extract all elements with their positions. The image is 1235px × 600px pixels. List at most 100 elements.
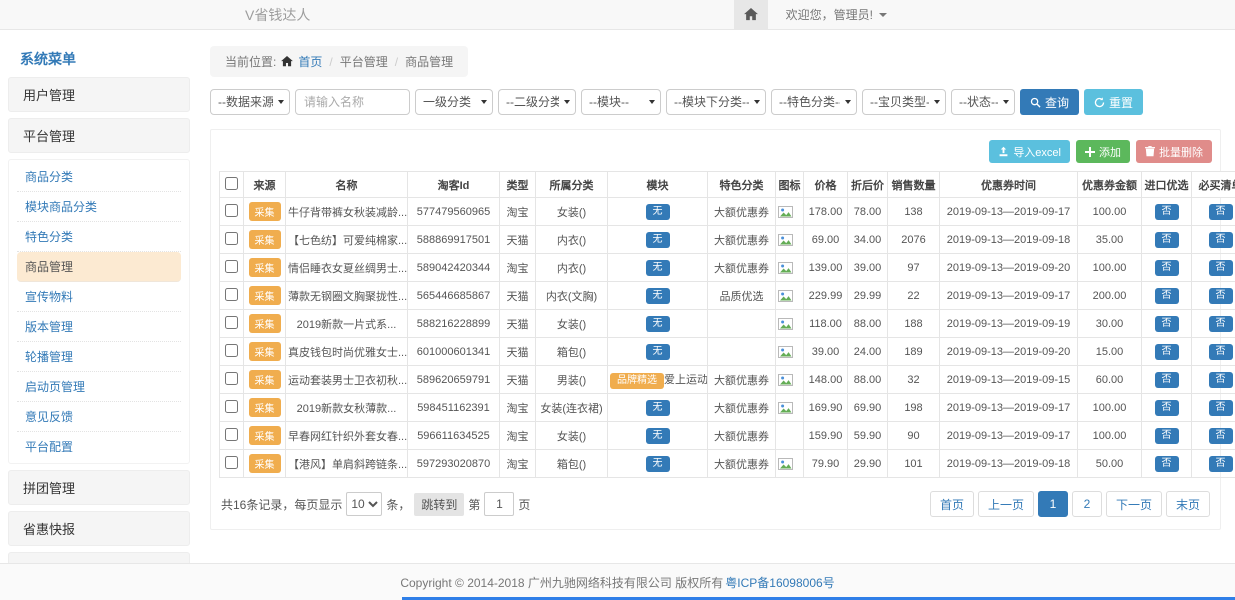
- thumbnail-image-icon[interactable]: [778, 290, 801, 302]
- sidebar-item-platform-config[interactable]: 平台配置: [17, 432, 181, 461]
- thumbnail-image-icon[interactable]: [778, 458, 801, 470]
- must-buy-toggle[interactable]: 否: [1209, 456, 1233, 472]
- must-buy-toggle[interactable]: 否: [1209, 316, 1233, 332]
- last-page-button[interactable]: 末页: [1166, 491, 1210, 517]
- category1-select[interactable]: 一级分类: [415, 89, 493, 115]
- header-home-button[interactable]: [734, 0, 768, 29]
- import-select-toggle[interactable]: 否: [1155, 456, 1179, 472]
- data-source-select[interactable]: --数据来源--: [210, 89, 290, 115]
- row-checkbox[interactable]: [225, 316, 238, 329]
- sidebar-item-promo-material[interactable]: 宣传物料: [17, 282, 181, 312]
- sidebar-group-groupon[interactable]: 拼团管理: [8, 470, 190, 505]
- module-badge[interactable]: 无: [646, 316, 670, 332]
- sidebar-item-goods-category[interactable]: 商品分类: [17, 162, 181, 192]
- next-page-button[interactable]: 下一页: [1106, 491, 1162, 517]
- module-badge[interactable]: 无: [646, 232, 670, 248]
- item-type-select[interactable]: --宝贝类型--: [862, 89, 946, 115]
- row-checkbox[interactable]: [225, 400, 238, 413]
- feature-select[interactable]: --特色分类--: [771, 89, 857, 115]
- sidebar-item-splash-management[interactable]: 启动页管理: [17, 372, 181, 402]
- sidebar-item-version-management[interactable]: 版本管理: [17, 312, 181, 342]
- category2-select[interactable]: --二级分类--: [498, 89, 576, 115]
- search-button[interactable]: 查询: [1020, 89, 1079, 115]
- must-buy-toggle[interactable]: 否: [1209, 344, 1233, 360]
- pagination: 共16条记录，每页显示 10 条， 跳转到 第 页 首页 上一页 1 2 下一页…: [219, 491, 1212, 517]
- thumbnail-image-icon[interactable]: [778, 374, 801, 386]
- row-checkbox[interactable]: [225, 232, 238, 245]
- batch-delete-button[interactable]: 批量删除: [1136, 140, 1212, 163]
- sidebar-group-platform[interactable]: 平台管理: [8, 118, 190, 153]
- module-badge[interactable]: 品牌精选: [610, 373, 664, 389]
- page-button-2[interactable]: 2: [1072, 491, 1102, 517]
- import-select-toggle[interactable]: 否: [1155, 204, 1179, 220]
- jump-button[interactable]: 跳转到: [414, 493, 464, 516]
- sidebar-item-feature-category[interactable]: 特色分类: [17, 222, 181, 252]
- sales-count: 32: [888, 366, 940, 394]
- must-buy-toggle[interactable]: 否: [1209, 288, 1233, 304]
- must-buy-toggle[interactable]: 否: [1209, 260, 1233, 276]
- module-badge[interactable]: 无: [646, 428, 670, 444]
- must-buy-toggle[interactable]: 否: [1209, 372, 1233, 388]
- sidebar-item-feedback[interactable]: 意见反馈: [17, 402, 181, 432]
- module-badge[interactable]: 无: [646, 344, 670, 360]
- row-checkbox[interactable]: [225, 372, 238, 385]
- module-badge[interactable]: 无: [646, 260, 670, 276]
- sidebar-group-user[interactable]: 用户管理: [8, 77, 190, 112]
- import-select-toggle[interactable]: 否: [1155, 316, 1179, 332]
- module-badge[interactable]: 无: [646, 456, 670, 472]
- module-select[interactable]: --模块--: [581, 89, 661, 115]
- row-checkbox[interactable]: [225, 260, 238, 273]
- thumbnail-image-icon[interactable]: [778, 234, 801, 246]
- import-select-toggle[interactable]: 否: [1155, 232, 1179, 248]
- thumbnail-image-icon[interactable]: [778, 262, 801, 274]
- must-buy-toggle[interactable]: 否: [1209, 204, 1233, 220]
- icp-link[interactable]: 粤ICP备16098006号: [725, 574, 834, 591]
- price: 169.90: [804, 394, 848, 422]
- per-page-select[interactable]: 10: [346, 492, 382, 516]
- status-select[interactable]: --状态--: [951, 89, 1015, 115]
- reset-button[interactable]: 重置: [1084, 89, 1143, 115]
- coupon-amount: 15.00: [1078, 338, 1142, 366]
- row-checkbox[interactable]: [225, 456, 238, 469]
- search-icon: [1030, 97, 1041, 108]
- import-select-toggle[interactable]: 否: [1155, 372, 1179, 388]
- page-button-1[interactable]: 1: [1038, 491, 1068, 517]
- trash-icon: [1145, 146, 1155, 157]
- home-icon: [744, 8, 758, 21]
- thumbnail-image-icon[interactable]: [778, 346, 801, 358]
- sidebar-item-goods-management[interactable]: 商品管理: [17, 252, 181, 282]
- import-select-toggle[interactable]: 否: [1155, 260, 1179, 276]
- first-page-button[interactable]: 首页: [930, 491, 974, 517]
- import-select-toggle[interactable]: 否: [1155, 428, 1179, 444]
- module-badge[interactable]: 无: [646, 288, 670, 304]
- prev-page-button[interactable]: 上一页: [978, 491, 1034, 517]
- row-checkbox[interactable]: [225, 288, 238, 301]
- must-buy-toggle[interactable]: 否: [1209, 232, 1233, 248]
- sidebar-group-news[interactable]: 省惠快报: [8, 511, 190, 546]
- import-select-toggle[interactable]: 否: [1155, 400, 1179, 416]
- breadcrumb-home[interactable]: 首页: [298, 53, 322, 70]
- row-checkbox[interactable]: [225, 428, 238, 441]
- thumbnail-image-icon[interactable]: [778, 206, 801, 218]
- add-button[interactable]: 添加: [1076, 140, 1130, 163]
- module-badge[interactable]: 无: [646, 400, 670, 416]
- must-buy-toggle[interactable]: 否: [1209, 400, 1233, 416]
- thumbnail-image-icon[interactable]: [778, 402, 801, 414]
- select-all-checkbox[interactable]: [225, 177, 238, 190]
- jump-page-input[interactable]: [484, 492, 514, 516]
- must-buy-toggle[interactable]: 否: [1209, 428, 1233, 444]
- thumbnail-image-icon[interactable]: [778, 318, 801, 330]
- user-menu[interactable]: 欢迎您，管理员!: [768, 0, 905, 29]
- import-select-toggle[interactable]: 否: [1155, 288, 1179, 304]
- row-checkbox[interactable]: [225, 204, 238, 217]
- import-select-toggle[interactable]: 否: [1155, 344, 1179, 360]
- module-badge[interactable]: 无: [646, 204, 670, 220]
- price: 148.00: [804, 366, 848, 394]
- sidebar-item-carousel-management[interactable]: 轮播管理: [17, 342, 181, 372]
- coupon-time: 2019-09-13—2019-09-15: [940, 366, 1078, 394]
- name-search-input[interactable]: [295, 89, 410, 115]
- row-checkbox[interactable]: [225, 344, 238, 357]
- module-sub-select[interactable]: --模块下分类--: [666, 89, 766, 115]
- import-excel-button[interactable]: 导入excel: [989, 140, 1070, 163]
- sidebar-item-module-goods-category[interactable]: 模块商品分类: [17, 192, 181, 222]
